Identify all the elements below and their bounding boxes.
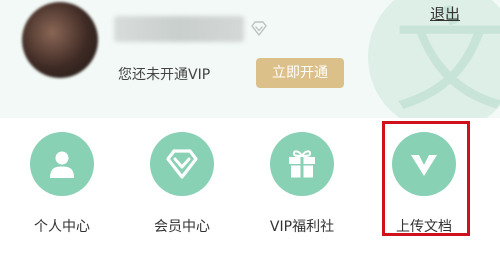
user-icon (30, 132, 94, 196)
logout-link[interactable]: 退出 (430, 3, 460, 24)
nav-label-personal-center: 个人中心 (34, 219, 90, 235)
nav-label-vip-welfare: VIP福利社 (269, 219, 335, 235)
diamond-icon (150, 132, 214, 196)
upload-highlight-box (382, 121, 470, 236)
nav-item-vip-welfare[interactable]: VIP福利社 (252, 132, 352, 242)
vip-status-text: 您还未开通VIP (118, 67, 211, 83)
avatar[interactable] (22, 2, 98, 78)
activate-vip-button[interactable]: 立即开通 (256, 58, 344, 88)
username-redacted (114, 16, 244, 42)
nav-item-personal-center[interactable]: 个人中心 (12, 132, 112, 242)
nav-label-member-center: 会员中心 (154, 219, 210, 235)
gift-icon (270, 132, 334, 196)
profile-header: 文 退出 您还未开通VIP 立即开通 (0, 0, 500, 118)
nav-item-member-center[interactable]: 会员中心 (132, 132, 232, 242)
vip-diamond-icon (251, 21, 267, 36)
